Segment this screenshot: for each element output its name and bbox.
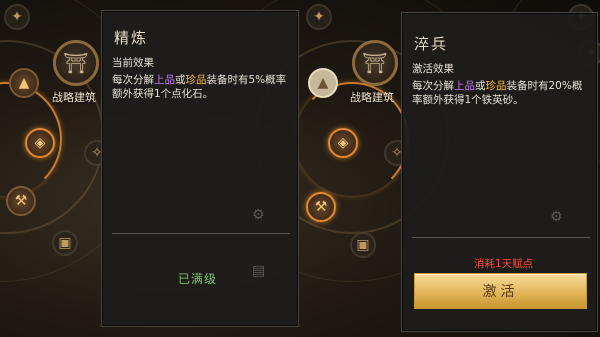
activate-button[interactable]: 激活 — [414, 273, 587, 309]
panel-title: 淬兵 — [414, 35, 449, 53]
quality-fine-text: 上品 — [154, 74, 175, 86]
description-text: 或 — [475, 80, 486, 92]
shield-icon: ◈ — [337, 135, 349, 151]
talent-detail-panel-refine: 精炼 当前效果 每次分解上品或珍品装备时有5%概率额外获得1个点化石。 ⚙ ▤ … — [101, 10, 299, 327]
building-label: 战略建筑 — [350, 91, 394, 104]
talent-detail-panel-temper: 淬兵 激活效果 每次分解上品或珍品装备时有20%概率额外获得1个铁英砂。 ⚙ 消… — [401, 12, 598, 332]
pagoda-icon: ⛩ — [362, 51, 388, 75]
talent-node[interactable]: ▲ — [9, 68, 39, 98]
mound-icon: ▲ — [317, 75, 329, 91]
scroll-icon: ✦ — [313, 9, 325, 25]
hammer-icon: ⚒ — [14, 193, 28, 209]
book-icon: ▣ — [356, 237, 370, 253]
gear-icon: ⚙ — [252, 207, 265, 223]
building-label: 战略建筑 — [52, 91, 96, 104]
mound-icon: ▲ — [18, 75, 30, 91]
panel-title: 精炼 — [114, 29, 149, 47]
shield-icon: ◈ — [34, 135, 46, 151]
talent-node[interactable]: ✦ — [4, 4, 30, 30]
max-level-status: 已满级 — [178, 272, 218, 286]
card-icon: ▤ — [252, 263, 266, 279]
description-text: 或 — [175, 74, 186, 86]
hammer-icon: ⚒ — [314, 199, 328, 215]
scroll-icon: ✦ — [11, 9, 23, 25]
section-label: 当前效果 — [112, 57, 154, 69]
talent-node[interactable]: ◈ — [328, 128, 358, 158]
talent-node[interactable]: ⚒ — [6, 186, 36, 216]
talent-point-cost: 消耗1天赋点 — [474, 258, 534, 270]
section-label: 激活效果 — [412, 63, 454, 75]
effect-description: 每次分解上品或珍品装备时有20%概率额外获得1个铁英砂。 — [412, 79, 592, 107]
quality-rare-text: 珍品 — [485, 80, 507, 92]
description-text: 每次分解 — [412, 80, 454, 92]
talent-node-refine[interactable]: ◈ — [25, 128, 55, 158]
book-icon: ▣ — [58, 235, 72, 251]
talent-node[interactable]: ⚒ — [306, 192, 336, 222]
quality-rare-text: 珍品 — [185, 74, 207, 86]
building-node[interactable]: ⛩ — [53, 40, 99, 86]
talent-node[interactable]: ✦ — [306, 4, 332, 30]
talent-node[interactable]: ▣ — [350, 232, 376, 258]
building-node[interactable]: ⛩ — [352, 40, 398, 86]
talent-node[interactable]: ▣ — [52, 230, 78, 256]
divider — [412, 237, 590, 238]
talent-node-selected[interactable]: ▲ — [308, 68, 338, 98]
effect-description: 每次分解上品或珍品装备时有5%概率额外获得1个点化石。 — [112, 73, 292, 101]
quality-fine-text: 上品 — [454, 80, 475, 92]
gear-icon: ⚙ — [550, 209, 563, 225]
divider — [112, 233, 290, 234]
description-text: 每次分解 — [112, 74, 154, 86]
pagoda-icon: ⛩ — [63, 51, 89, 75]
